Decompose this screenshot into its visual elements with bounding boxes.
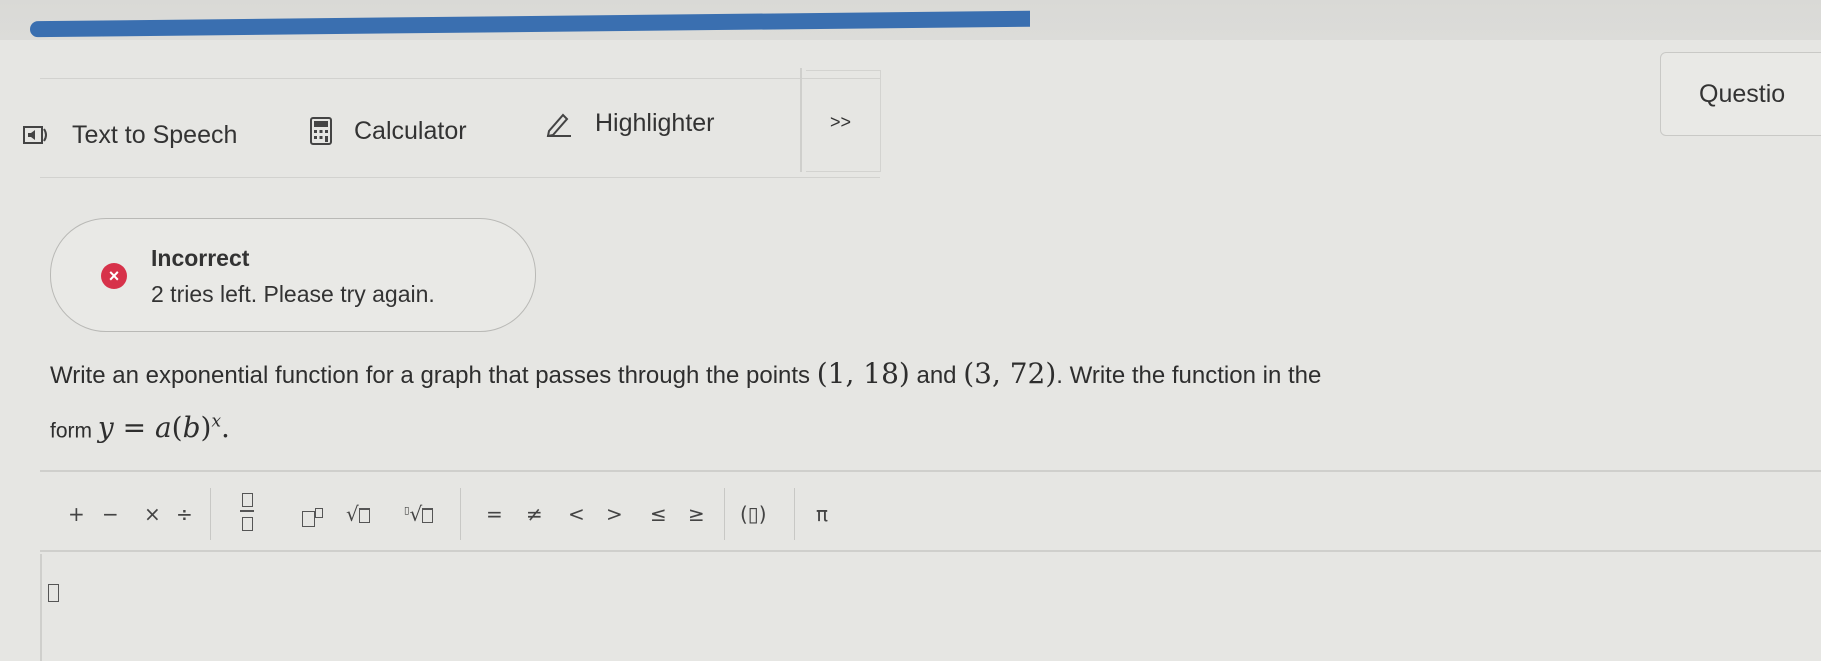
calculator-button[interactable]: Calculator	[310, 82, 467, 180]
fraction-numerator-box	[241, 492, 253, 507]
square-root-button[interactable]: √	[346, 502, 370, 526]
feedback-message: 2 tries left. Please try again.	[151, 281, 435, 307]
palette-divider	[210, 488, 211, 540]
exponent-button[interactable]	[302, 502, 323, 530]
divide-button[interactable]: ÷	[176, 502, 193, 526]
point-1: (1, 18)	[816, 357, 910, 390]
sqrt-box	[358, 508, 370, 523]
greater-equal-button[interactable]: ≥	[688, 502, 705, 526]
palette-divider	[794, 488, 795, 540]
less-equal-button[interactable]: ≤	[650, 502, 667, 526]
minus-button[interactable]: −	[102, 502, 119, 526]
highlighter-label: Highlighter	[595, 108, 715, 137]
calculator-icon	[310, 117, 332, 145]
palette-divider	[460, 488, 461, 540]
calculator-label: Calculator	[354, 116, 467, 145]
prompt-text-2: . Write the function in the	[1056, 362, 1322, 389]
fraction-button[interactable]	[240, 490, 254, 531]
fraction-denominator-box	[241, 517, 253, 531]
nth-root-box	[422, 508, 434, 523]
answer-input-area[interactable]	[40, 554, 1821, 661]
progress-strip	[30, 10, 1030, 38]
function-form: y = a(b)x.	[97, 411, 230, 445]
palette-divider	[724, 488, 725, 540]
plus-button[interactable]: +	[68, 502, 85, 526]
point-2: (3, 72)	[963, 357, 1057, 390]
speaker-icon	[22, 123, 50, 147]
fraction-bar	[240, 509, 254, 512]
feedback-banner: × Incorrect 2 tries left. Please try aga…	[50, 218, 536, 332]
answer-placeholder-box[interactable]	[48, 584, 59, 602]
text-to-speech-label: Text to Speech	[72, 120, 238, 149]
prompt-text-1: Write an exponential function for a grap…	[50, 362, 811, 389]
more-tools-button[interactable]: >>	[830, 112, 851, 133]
feedback-title: Incorrect	[151, 245, 250, 271]
top-header-bar	[0, 0, 1821, 40]
question-navigator-button[interactable]: Questio	[1660, 52, 1821, 136]
parentheses-button[interactable]: (▯)	[740, 502, 767, 526]
editor-top-border	[40, 470, 1821, 472]
less-than-button[interactable]: <	[568, 502, 585, 526]
equals-button[interactable]: =	[486, 502, 503, 526]
prompt-form-label: form	[50, 419, 92, 443]
highlighter-pen-icon	[545, 109, 573, 137]
exponent-power-box	[315, 507, 323, 518]
pi-button[interactable]: π	[816, 502, 828, 526]
greater-than-button[interactable]: >	[606, 502, 623, 526]
exponent-base-box	[302, 511, 315, 528]
question-prompt: Write an exponential function for a grap…	[50, 344, 1650, 461]
times-button[interactable]: ×	[144, 502, 161, 526]
prompt-and: and	[916, 362, 957, 389]
text-to-speech-button[interactable]: Text to Speech	[22, 86, 237, 184]
not-equal-button[interactable]: ≠	[526, 502, 543, 526]
nth-root-button[interactable]: ▯√	[404, 502, 434, 526]
toolbar-divider	[800, 68, 802, 172]
question-label: Questio	[1699, 79, 1786, 108]
error-x-icon: ×	[101, 263, 127, 289]
highlighter-button[interactable]: Highlighter	[545, 74, 715, 172]
math-symbol-palette: + − × ÷ √ ▯√ = ≠ < > ≤ ≥ (▯) π	[40, 480, 1821, 552]
